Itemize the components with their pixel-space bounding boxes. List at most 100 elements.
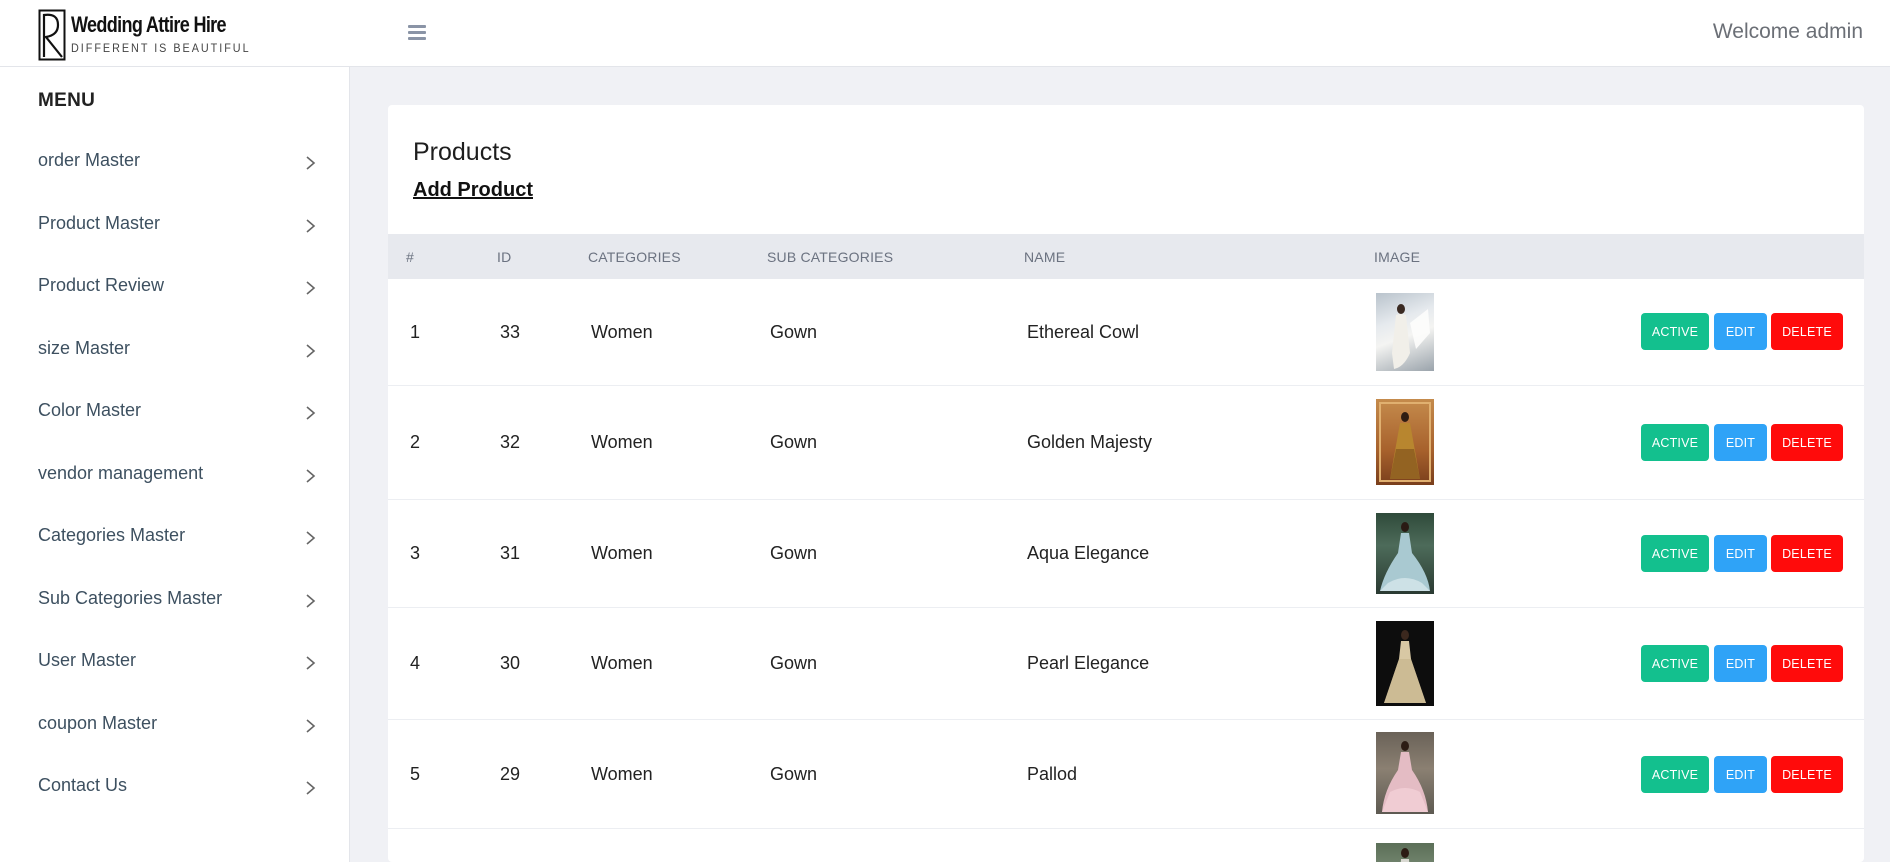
edit-button[interactable]: EDIT (1714, 424, 1767, 461)
sidebar-item-product-review[interactable]: Product Review (0, 273, 350, 336)
table-row: 3 31 Women Gown Aqua Elegance ACTIVE EDI… (388, 500, 1864, 608)
row-product-name: Pearl Elegance (1027, 653, 1150, 673)
logo-title: Wedding Attire Hire (71, 12, 227, 37)
active-button[interactable]: ACTIVE (1641, 756, 1709, 793)
product-thumbnail (1376, 732, 1434, 814)
row-id: 33 (500, 322, 521, 342)
sidebar-item-categories-master[interactable]: Categories Master (0, 523, 350, 586)
brand-logo[interactable]: Wedding Attire Hire DIFFERENT IS BEAUTIF… (38, 9, 271, 61)
column-header-name: NAME (1024, 249, 1066, 265)
table-row: 4 30 Women Gown Pearl Elegance ACTIVE ED… (388, 608, 1864, 720)
product-thumbnail (1376, 621, 1434, 706)
row-subcategory: Gown (770, 653, 818, 673)
active-button[interactable]: ACTIVE (1641, 645, 1709, 682)
sidebar-item-label: order Master (38, 150, 141, 170)
chevron-right-icon (306, 531, 316, 545)
row-id: 31 (500, 543, 521, 563)
row-category: Women (591, 653, 653, 673)
row-id: 32 (500, 432, 521, 452)
row-subcategory: Gown (770, 432, 818, 452)
chevron-right-icon (306, 593, 316, 608)
active-button[interactable]: ACTIVE (1641, 424, 1709, 461)
table-row: 1 33 Women Gown Ethereal Cowl ACTIVE EDI… (388, 279, 1864, 386)
edit-button[interactable]: EDIT (1714, 645, 1767, 682)
active-button[interactable]: ACTIVE (1641, 535, 1709, 572)
row-number: 3 (410, 543, 421, 563)
sidebar-item-label: Color Master (38, 400, 142, 420)
sidebar-item-label: vendor management (38, 462, 204, 483)
chevron-right-icon (306, 218, 316, 233)
sidebar-item-sub-categories-master[interactable]: Sub Categories Master (0, 586, 350, 649)
product-thumbnail (1376, 843, 1434, 862)
sidebar-item-label: Sub Categories Master (38, 587, 223, 608)
logo-mark-icon (38, 9, 66, 61)
sidebar-item-label: Contact Us (38, 775, 128, 795)
delete-button[interactable]: DELETE (1771, 645, 1843, 682)
logo-tagline: DIFFERENT IS BEAUTIFUL (71, 41, 251, 55)
chevron-right-icon (306, 281, 316, 295)
delete-button[interactable]: DELETE (1771, 535, 1843, 572)
product-thumbnail (1376, 513, 1434, 594)
product-thumbnail (1376, 293, 1434, 371)
column-header-sub-categories: SUB CATEGORIES (767, 249, 894, 265)
edit-button[interactable]: EDIT (1714, 535, 1767, 572)
sidebar-item-vendor-management[interactable]: vendor management (0, 461, 350, 524)
row-product-name: Aqua Elegance (1027, 543, 1150, 563)
sidebar-item-product-master[interactable]: Product Master (0, 211, 350, 274)
sidebar-item-coupon-master[interactable]: coupon Master (0, 711, 350, 774)
sidebar-menu: order Master Product Master Product Revi… (0, 148, 350, 836)
sidebar-item-order-master[interactable]: order Master (0, 148, 350, 211)
row-id: 30 (500, 653, 521, 673)
row-category: Women (591, 322, 653, 342)
active-button[interactable]: ACTIVE (1641, 313, 1709, 350)
row-number: 4 (410, 653, 421, 673)
row-product-name: Golden Majesty (1027, 432, 1153, 452)
table-row (388, 829, 1864, 862)
page-title: Products (413, 138, 512, 166)
chevron-right-icon (306, 718, 316, 733)
product-thumbnail (1376, 399, 1434, 485)
sidebar-item-size-master[interactable]: size Master (0, 336, 350, 399)
delete-button[interactable]: DELETE (1771, 313, 1843, 350)
chevron-right-icon (306, 468, 316, 483)
sidebar-item-label: User Master (38, 650, 137, 670)
table-header: # ID CATEGORIES SUB CATEGORIES NAME IMAG… (388, 234, 1864, 279)
delete-button[interactable]: DELETE (1771, 756, 1843, 793)
row-number: 1 (410, 322, 421, 342)
edit-button[interactable]: EDIT (1714, 756, 1767, 793)
sidebar-item-color-master[interactable]: Color Master (0, 398, 350, 461)
row-category: Women (591, 764, 653, 784)
column-header-id: ID (497, 249, 512, 265)
top-bar: Wedding Attire Hire DIFFERENT IS BEAUTIF… (0, 0, 1890, 67)
sidebar-item-contact-us[interactable]: Contact Us (0, 773, 350, 836)
row-subcategory: Gown (770, 543, 818, 563)
chevron-right-icon (306, 781, 316, 795)
add-product-link[interactable]: Add Product (413, 179, 533, 202)
row-category: Women (591, 543, 653, 563)
chevron-right-icon (306, 406, 316, 420)
welcome-text: Welcome admin (1712, 20, 1863, 43)
sidebar-item-label: size Master (38, 337, 131, 358)
column-header-image: IMAGE (1374, 249, 1421, 265)
menu-icon[interactable] (408, 25, 426, 41)
row-number: 5 (410, 764, 421, 784)
row-id: 29 (500, 764, 521, 784)
chevron-right-icon (306, 343, 316, 358)
row-number: 2 (410, 432, 421, 452)
sidebar-item-label: coupon Master (38, 712, 158, 733)
sidebar: MENU order Master Product Master Product… (0, 67, 350, 862)
sidebar-item-label: Product Review (38, 275, 165, 295)
table-row: 2 32 Women Gown Golden Majesty ACTIVE ED… (388, 386, 1864, 500)
column-header-categories: CATEGORIES (588, 249, 681, 265)
row-subcategory: Gown (770, 322, 818, 342)
edit-button[interactable]: EDIT (1714, 313, 1767, 350)
products-card: Products Add Product # ID CATEGORIES SUB… (388, 105, 1864, 862)
column-header-number: # (406, 249, 414, 265)
chevron-right-icon (306, 656, 316, 670)
row-subcategory: Gown (770, 764, 818, 784)
menu-heading: MENU (38, 90, 96, 111)
delete-button[interactable]: DELETE (1771, 424, 1843, 461)
row-product-name: Ethereal Cowl (1027, 322, 1140, 342)
sidebar-item-user-master[interactable]: User Master (0, 648, 350, 711)
products-table-body: 1 33 Women Gown Ethereal Cowl ACTIVE EDI… (388, 279, 1864, 862)
